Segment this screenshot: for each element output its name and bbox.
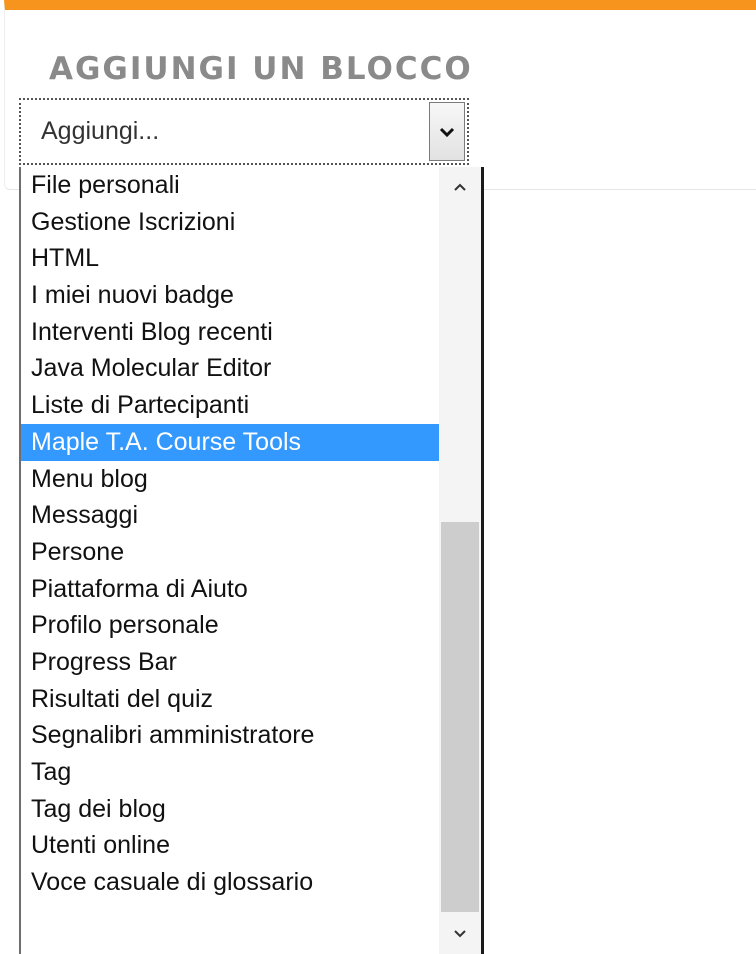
scrollbar[interactable] [439, 167, 481, 954]
dropdown-option[interactable]: Gestione Iscrizioni [21, 204, 439, 241]
dropdown-option[interactable]: Tag dei blog [21, 791, 439, 828]
dropdown-option[interactable]: Persone [21, 534, 439, 571]
select-arrow-button[interactable] [429, 102, 465, 161]
chevron-down-icon [439, 127, 455, 137]
dropdown-option[interactable]: Voce casuale di glossario [21, 864, 439, 901]
dropdown-option[interactable]: Progress Bar [21, 644, 439, 681]
dropdown-option[interactable]: Piattaforma di Aiuto [21, 571, 439, 608]
scroll-down-button[interactable] [439, 914, 481, 954]
dropdown-option[interactable]: Profilo personale [21, 607, 439, 644]
dropdown-list[interactable]: File personali Gestione Iscrizioni HTML I m… [19, 167, 484, 954]
scroll-down-icon [454, 930, 466, 938]
dropdown-option[interactable]: File personali [21, 167, 439, 204]
dropdown-option[interactable]: Menu blog [21, 461, 439, 498]
dropdown-option[interactable]: Java Molecular Editor [21, 350, 439, 387]
block-title: AGGIUNGI UN BLOCCO [49, 51, 473, 87]
dropdown-option[interactable]: Interventi Blog recenti [21, 314, 439, 351]
dropdown-option[interactable]: I miei nuovi badge [21, 277, 439, 314]
dropdown-option[interactable]: Maple T.A. Course Tools [21, 423, 439, 461]
scroll-up-button[interactable] [439, 167, 481, 207]
scroll-up-icon [454, 183, 466, 191]
select-current-value: Aggiungi... [41, 117, 160, 145]
dropdown-option[interactable]: Segnalibri amministratore [21, 717, 439, 754]
dropdown-options: File personali Gestione Iscrizioni HTML I m… [21, 167, 439, 901]
dropdown-option[interactable]: Tag [21, 754, 439, 791]
dropdown-option[interactable]: HTML [21, 240, 439, 277]
dropdown-option[interactable]: Messaggi [21, 497, 439, 534]
dropdown-option[interactable]: Risultati del quiz [21, 681, 439, 718]
dropdown-option[interactable]: Liste di Partecipanti [21, 387, 439, 424]
dropdown-option[interactable]: Utenti online [21, 827, 439, 864]
add-block-select[interactable]: Aggiungi... [19, 98, 469, 165]
scroll-thumb[interactable] [441, 522, 479, 912]
